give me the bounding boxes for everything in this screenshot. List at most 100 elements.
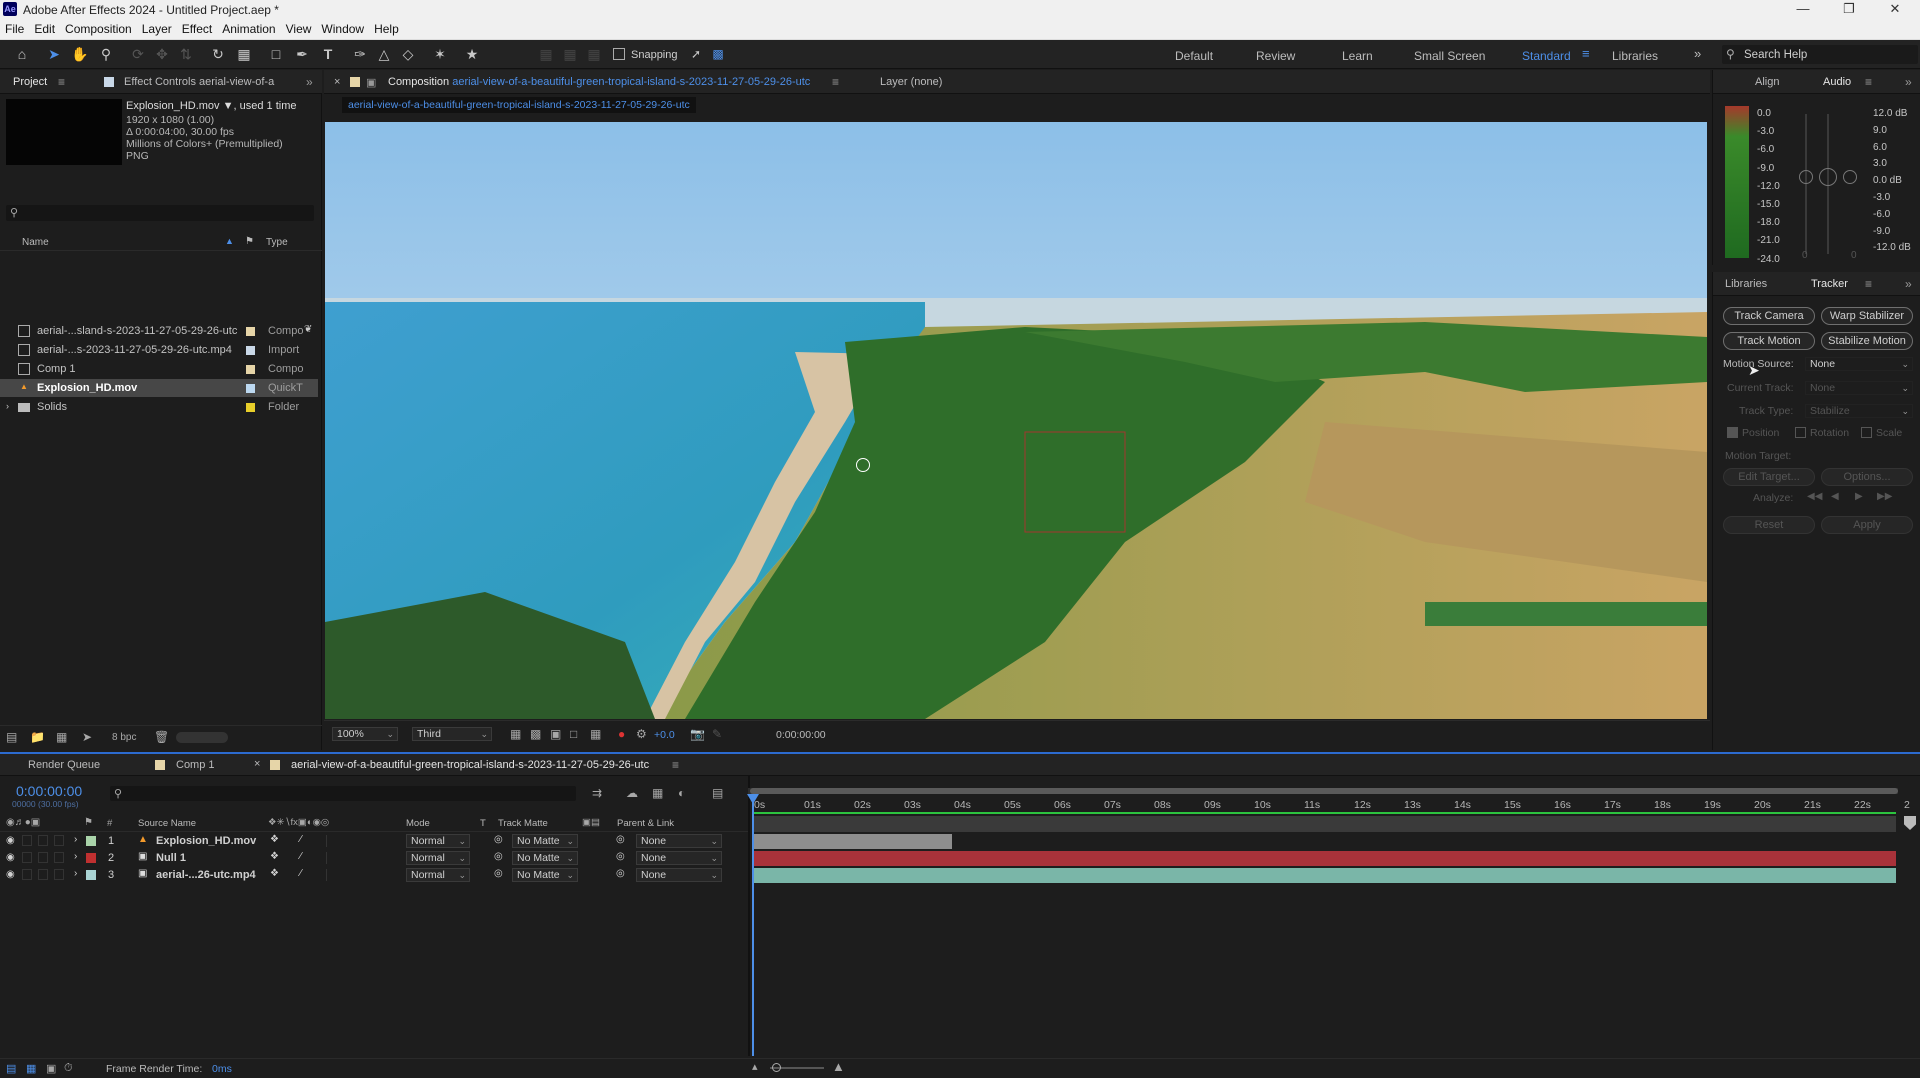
eraser-tool-icon[interactable]: ◇: [398, 44, 418, 64]
tab-comp-1[interactable]: Comp 1: [176, 759, 215, 771]
zoom-out-icon[interactable]: ▴: [752, 1060, 758, 1073]
eye-visibility-icon[interactable]: ◉: [6, 852, 15, 863]
solo-toggle[interactable]: [38, 852, 48, 863]
composition-viewer[interactable]: [325, 122, 1707, 719]
expand-chevron-icon[interactable]: ›: [74, 868, 77, 879]
label-color-swatch[interactable]: [246, 346, 255, 355]
rectangle-tool-icon[interactable]: □: [266, 44, 286, 64]
blend-mode-dropdown[interactable]: Normal ⌄: [406, 834, 470, 848]
quality-switch-icon[interactable]: ∕: [300, 868, 302, 879]
layer-source-name[interactable]: aerial-...26-utc.mp4: [156, 869, 256, 881]
timeline-layer-row[interactable]: ◉ › 2 ▣ Null 1 ❖ ∕ Normal ⌄ ◎ No Matte ⌄ ◎ None ⌄: [0, 850, 750, 867]
draft-3d-icon[interactable]: ☁: [626, 786, 638, 800]
sort-ascending-icon[interactable]: ▲: [225, 236, 234, 246]
thumbnail-slider[interactable]: [176, 732, 228, 743]
menu-view[interactable]: View: [281, 19, 317, 36]
audio-toggle[interactable]: [22, 869, 32, 880]
lock-icon[interactable]: ▣: [366, 76, 376, 89]
color-channels-icon[interactable]: ●: [618, 727, 625, 741]
layer-switches-toggle-icon[interactable]: ▤: [6, 1062, 16, 1075]
parent-link-dropdown[interactable]: None ⌄: [636, 851, 722, 865]
menu-layer[interactable]: Layer: [137, 19, 177, 36]
rotation-tool-icon[interactable]: ↻: [208, 44, 228, 64]
layer-duration-bar[interactable]: [752, 834, 952, 849]
workspace-review[interactable]: Review: [1256, 49, 1295, 63]
close-tab-icon[interactable]: ×: [254, 758, 260, 770]
project-search-input[interactable]: ⚲: [6, 205, 314, 221]
workspace-libraries[interactable]: Libraries: [1612, 49, 1658, 63]
menu-file[interactable]: File: [0, 19, 29, 36]
col-name[interactable]: Name: [22, 237, 49, 248]
close-button[interactable]: ✕: [1872, 0, 1918, 19]
tab-tracker[interactable]: Tracker: [1811, 278, 1848, 290]
clone-stamp-icon[interactable]: △: [374, 44, 394, 64]
tab-libraries[interactable]: Libraries: [1725, 278, 1767, 290]
roto-brush-icon[interactable]: ✶: [430, 44, 450, 64]
tab-render-queue[interactable]: Render Queue: [28, 759, 100, 771]
show-snapshot-icon[interactable]: ✎: [712, 727, 722, 741]
snap-grid-icon[interactable]: ▩: [708, 44, 728, 64]
home-icon[interactable]: ⌂: [12, 44, 32, 64]
lock-toggle[interactable]: [54, 869, 64, 880]
zoom-in-icon[interactable]: ▲: [832, 1059, 845, 1074]
label-tag-icon[interactable]: ⚑: [245, 236, 254, 247]
orbit-camera-icon[interactable]: ⟳: [128, 44, 148, 64]
panel-overflow-icon[interactable]: »: [306, 75, 313, 89]
col-track-matte[interactable]: Track Matte: [498, 818, 548, 829]
label-color-swatch[interactable]: [246, 327, 255, 336]
exposure-value[interactable]: +0.0: [654, 729, 675, 741]
parent-pickwhip-icon[interactable]: ◎: [616, 851, 625, 862]
timeline-layer-row[interactable]: ◉ › 3 ▣ aerial-...26-utc.mp4 ❖ ∕ Normal ⌄ ◎ No Mat…: [0, 867, 750, 884]
interpret-footage-icon[interactable]: ▤: [6, 730, 17, 744]
quality-switch-icon[interactable]: ∕: [300, 851, 302, 862]
zoom-slider-thumb[interactable]: [772, 1063, 781, 1072]
workspace-overflow-icon[interactable]: »: [1694, 46, 1701, 61]
render-time-toggle-icon[interactable]: ⏱: [64, 1062, 73, 1075]
lock-toggle[interactable]: [54, 835, 64, 846]
minimize-button[interactable]: —: [1780, 0, 1826, 19]
layer-source-name[interactable]: Explosion_HD.mov: [156, 835, 256, 847]
audio-toggle[interactable]: [22, 835, 32, 846]
tab-composition[interactable]: Composition aerial-view-of-a-beautiful-g…: [388, 76, 810, 88]
project-item[interactable]: ▲ Explosion_HD.mov QuickT: [0, 379, 318, 397]
comp-breadcrumb-tab[interactable]: aerial-view-of-a-beautiful-green-tropica…: [342, 97, 696, 113]
transparency-grid-icon[interactable]: ▩: [530, 727, 541, 741]
shy-switch-icon[interactable]: ❖: [270, 834, 279, 845]
pan-behind-tool-icon[interactable]: ▦: [234, 44, 254, 64]
parent-link-dropdown[interactable]: None ⌄: [636, 868, 722, 882]
workspace-learn[interactable]: Learn: [1342, 49, 1373, 63]
graph-editor-icon[interactable]: ▤: [712, 786, 723, 800]
bit-depth-button[interactable]: 8 bpc: [112, 732, 136, 743]
warp-stabilizer-button[interactable]: Warp Stabilizer: [1821, 307, 1913, 325]
layer-duration-bar[interactable]: [752, 868, 1896, 883]
col-t[interactable]: T: [480, 818, 486, 829]
panel-menu-icon[interactable]: ≡: [58, 75, 65, 89]
brush-tool-icon[interactable]: ✑: [350, 44, 370, 64]
workspace-menu-icon[interactable]: ≡: [1582, 46, 1590, 61]
track-matte-dropdown[interactable]: No Matte ⌄: [512, 851, 578, 865]
switch-cells[interactable]: [326, 852, 404, 864]
type-tool-icon[interactable]: T: [318, 44, 338, 64]
expand-chevron-icon[interactable]: ›: [6, 401, 9, 411]
menu-edit[interactable]: Edit: [29, 19, 60, 36]
volume-knob-right[interactable]: [1843, 170, 1857, 184]
mask-visibility-icon[interactable]: ▣: [550, 727, 561, 741]
menu-window[interactable]: Window: [316, 19, 369, 36]
expand-chevron-icon[interactable]: ›: [74, 851, 77, 862]
pen-tool-icon[interactable]: ✒: [292, 44, 312, 64]
trash-icon[interactable]: 🗑: [154, 730, 169, 744]
current-time-indicator[interactable]: [752, 794, 754, 1056]
dropdown-arrow-icon[interactable]: ▼: [223, 100, 234, 112]
search-help-field[interactable]: ⚲ Search Help: [1722, 45, 1918, 64]
stabilize-motion-button[interactable]: Stabilize Motion: [1821, 332, 1913, 350]
lock-toggle[interactable]: [54, 852, 64, 863]
puppet-pin-icon[interactable]: ★: [462, 44, 482, 64]
col-mode[interactable]: Mode: [406, 818, 430, 829]
blend-mode-dropdown[interactable]: Normal ⌄: [406, 868, 470, 882]
layer-label-color[interactable]: [86, 870, 96, 880]
close-tab-icon[interactable]: ×: [334, 76, 340, 88]
track-motion-button[interactable]: Track Motion: [1723, 332, 1815, 350]
resolution-dropdown[interactable]: Third ⌄: [412, 727, 492, 741]
panel-menu-icon[interactable]: ≡: [1865, 75, 1872, 89]
track-matte-dropdown[interactable]: No Matte ⌄: [512, 834, 578, 848]
